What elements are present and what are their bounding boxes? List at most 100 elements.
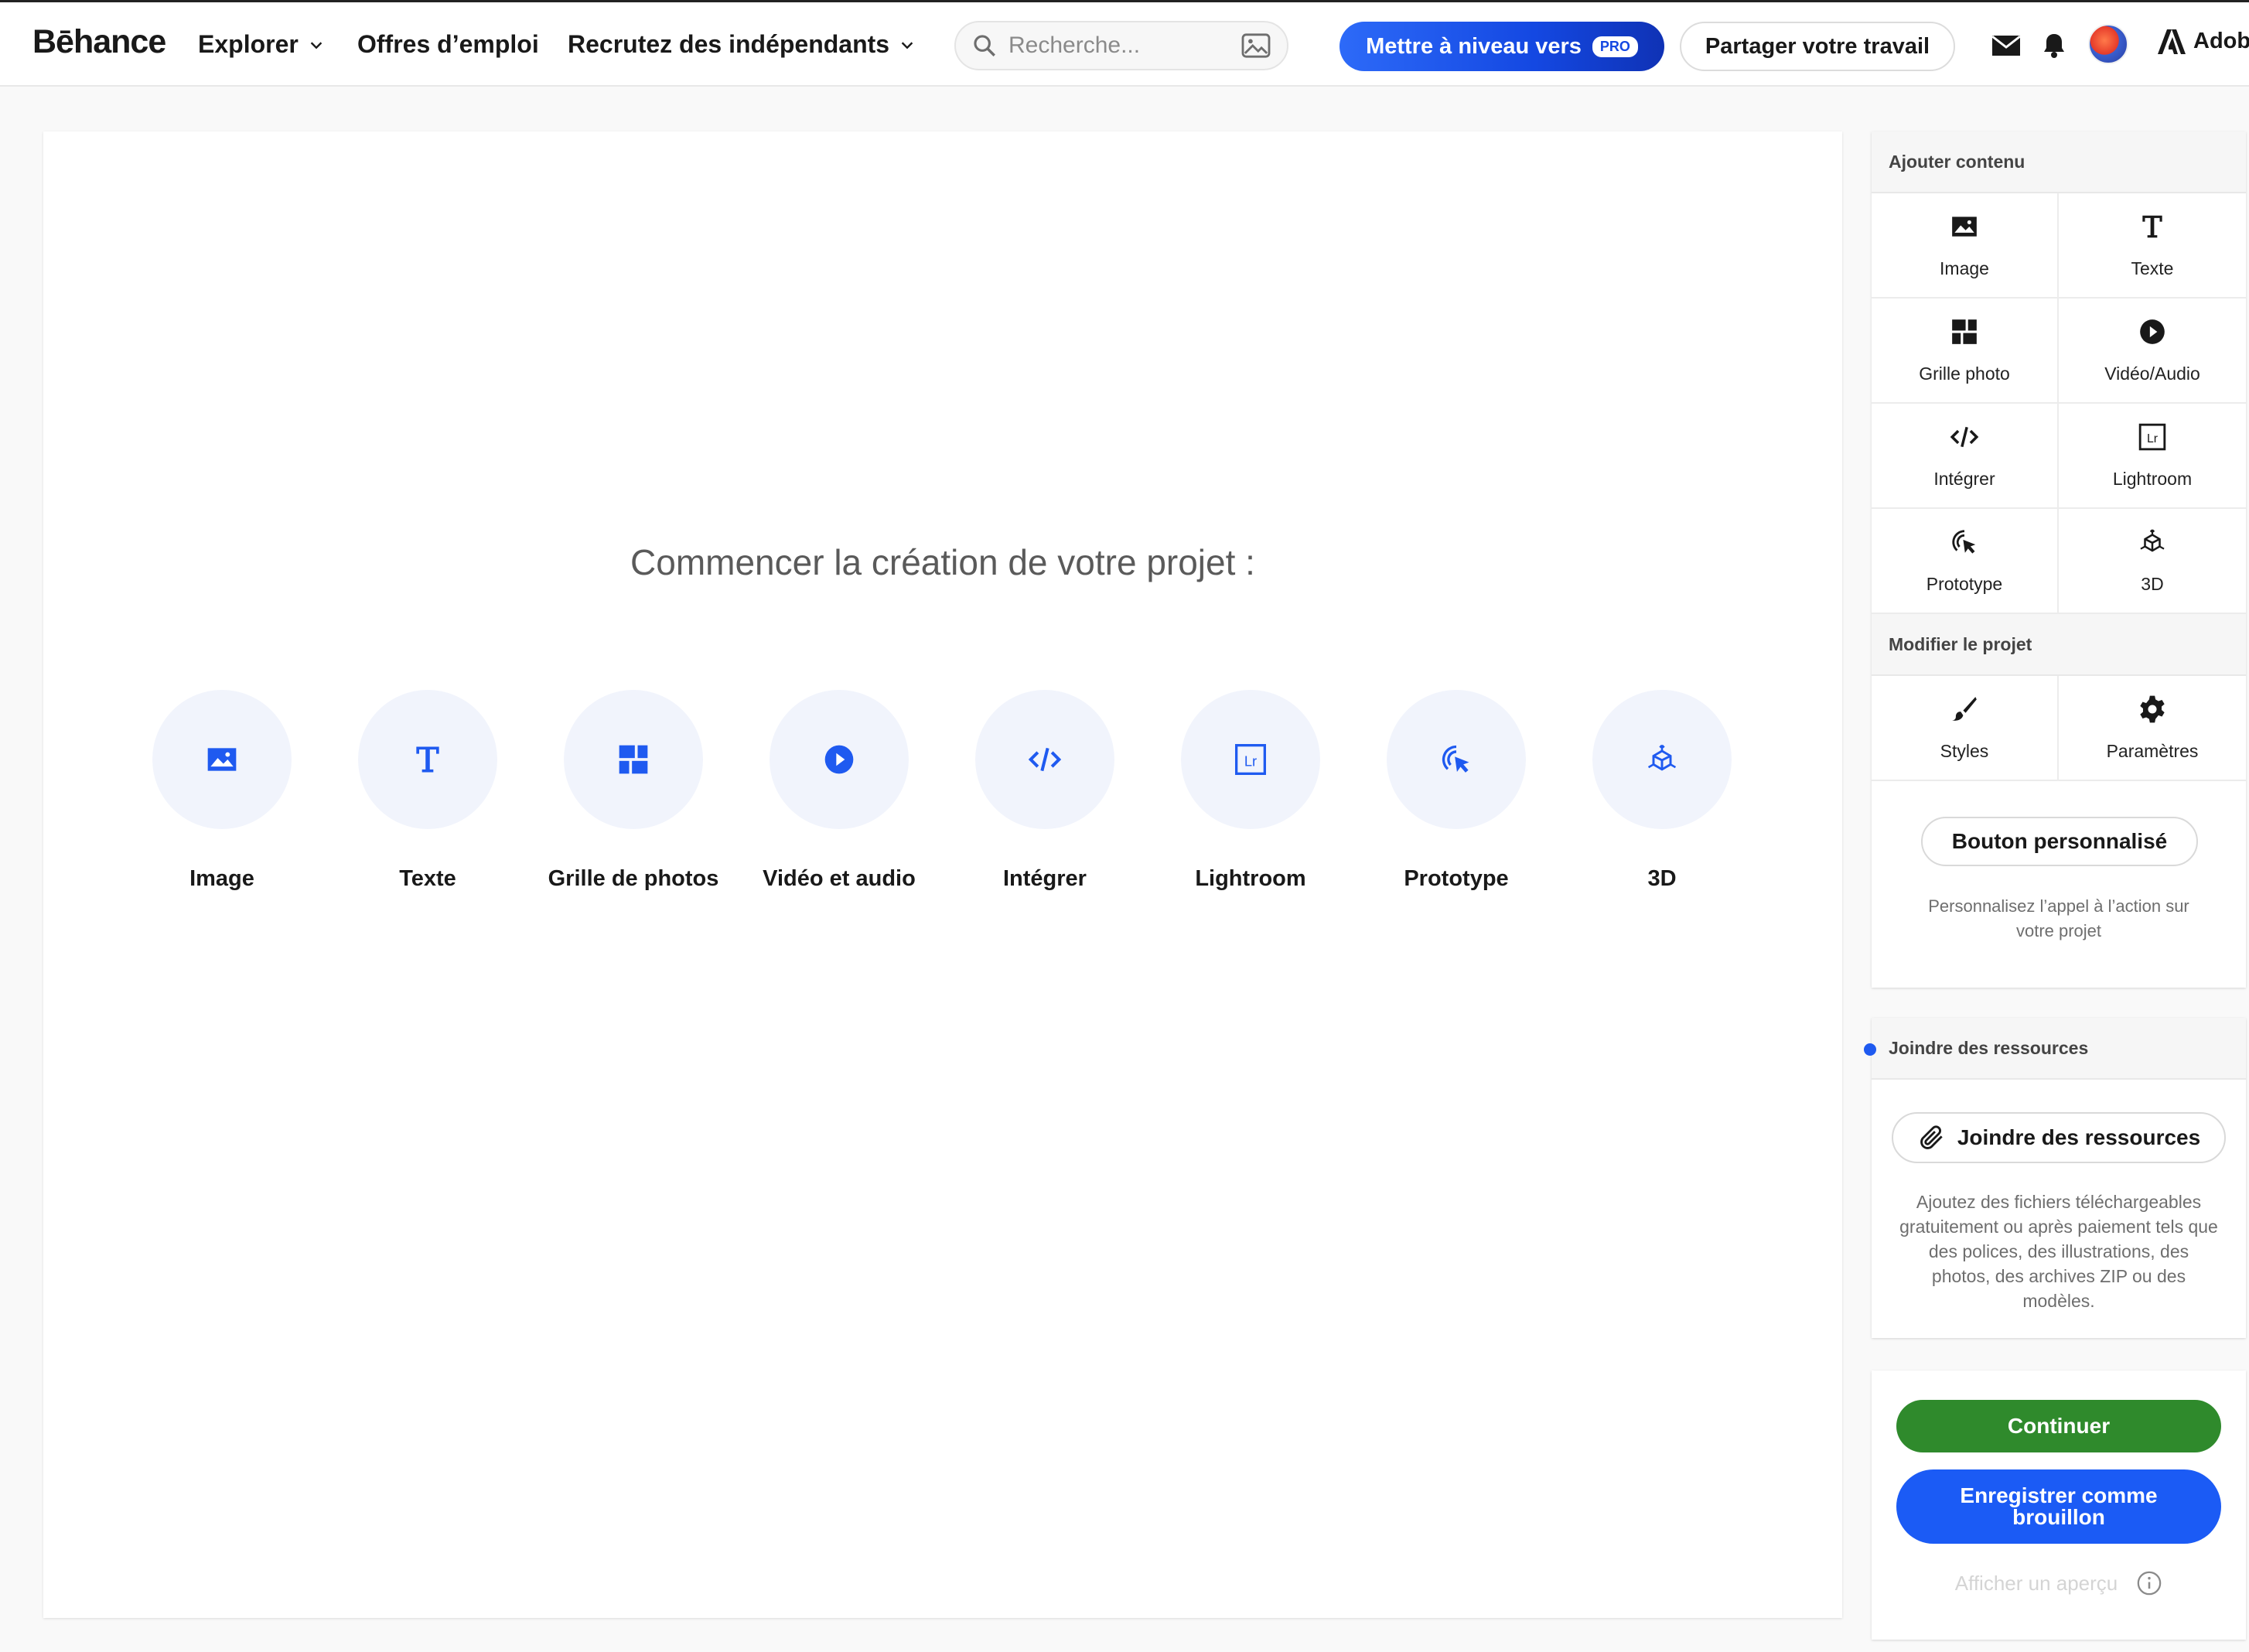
preview-link[interactable]: Afficher un aperçu	[1955, 1572, 2118, 1596]
lightroom-icon: Lr	[1235, 744, 1266, 775]
adobe-label: Adobe	[2193, 29, 2249, 53]
info-icon[interactable]	[2136, 1570, 2162, 1596]
top-navigation-bar: Bēhance Explorer Offres d’emploi Recrute…	[0, 0, 2249, 87]
add-lightroom-label: Lightroom	[2112, 468, 2193, 489]
search-input[interactable]: Recherche...	[954, 21, 1288, 70]
tile-embed[interactable]: Intégrer	[944, 690, 1145, 892]
nav-jobs[interactable]: Offres d’emploi	[357, 30, 539, 59]
attach-resources-label: Joindre des ressources	[1957, 1125, 2201, 1149]
resources-heading: Joindre des ressources	[1872, 1018, 2246, 1080]
photo-grid-icon	[1952, 319, 1977, 344]
lightroom-icon: Lr	[2138, 423, 2166, 450]
add-3d-button[interactable]: 3D	[2059, 509, 2246, 614]
add-prototype-label: Prototype	[1926, 573, 2003, 594]
adobe-logo-icon	[2158, 29, 2186, 54]
tile-embed-label: Intégrer	[1003, 866, 1087, 891]
behance-logo[interactable]: Bēhance	[32, 23, 166, 61]
tile-photo-grid[interactable]: Grille de photos	[533, 690, 734, 892]
attach-resources-button[interactable]: Joindre des ressources	[1892, 1112, 2226, 1163]
continue-button[interactable]: Continuer	[1896, 1400, 2221, 1452]
project-canvas: Commencer la création de votre projet : …	[43, 131, 1842, 1618]
resources-panel: Joindre des ressources Joindre des resso…	[1864, 1018, 2246, 1338]
add-embed-label: Intégrer	[1933, 468, 1995, 489]
tile-3d[interactable]: 3D	[1561, 690, 1763, 892]
styles-label: Styles	[1940, 740, 1989, 761]
tile-prototype-circle	[1387, 690, 1526, 829]
add-content-panel: Ajouter contenu Image Texte Grille photo…	[1872, 131, 2246, 988]
pro-badge: PRO	[1592, 36, 1638, 57]
settings-button[interactable]: Paramètres	[2059, 676, 2246, 781]
tile-text-circle	[358, 690, 497, 829]
edit-project-heading: Modifier le projet	[1872, 614, 2246, 676]
add-photo-grid-button[interactable]: Grille photo	[1872, 299, 2059, 404]
add-video-audio-label: Vidéo/Audio	[2104, 363, 2200, 384]
save-draft-button[interactable]: Enregistrer comme brouillon	[1896, 1469, 2221, 1544]
embed-code-icon	[1028, 747, 1062, 772]
edit-project-grid: Styles Paramètres	[1872, 676, 2246, 781]
nav-hire-freelancers-label: Recrutez des indépendants	[568, 30, 890, 58]
nav-jobs-label: Offres d’emploi	[357, 30, 539, 58]
adobe-menu[interactable]: Adobe	[2158, 29, 2249, 54]
tile-video-audio[interactable]: Vidéo et audio	[739, 690, 940, 892]
nav-hire-freelancers[interactable]: Recrutez des indépendants	[568, 30, 916, 59]
prototype-cursor-icon	[1442, 745, 1469, 773]
svg-text:Lr: Lr	[2147, 432, 2159, 445]
play-icon	[2140, 319, 2165, 344]
paintbrush-icon	[1952, 696, 1977, 721]
add-embed-button[interactable]: Intégrer	[1872, 404, 2059, 509]
3d-cube-icon	[1647, 744, 1677, 771]
tile-image-label: Image	[189, 866, 254, 891]
tile-image[interactable]: Image	[121, 690, 323, 892]
play-icon	[824, 745, 854, 774]
notification-dot	[1864, 1043, 1876, 1056]
tile-lightroom-label: Lightroom	[1195, 866, 1306, 891]
tile-image-circle	[152, 690, 292, 829]
tile-prototype[interactable]: Prototype	[1356, 690, 1557, 892]
tile-photo-grid-circle	[564, 690, 703, 829]
tile-text-label: Texte	[399, 866, 456, 891]
gear-icon	[2140, 695, 2165, 722]
chevron-down-icon	[901, 41, 913, 49]
image-search-icon[interactable]	[1241, 32, 1271, 59]
nav-explorer-label: Explorer	[198, 30, 299, 58]
add-image-button[interactable]: Image	[1872, 193, 2059, 299]
share-work-button[interactable]: Partager votre travail	[1680, 22, 1955, 71]
add-3d-label: 3D	[2141, 573, 2164, 594]
svg-text:Lr: Lr	[1244, 753, 1257, 769]
mail-icon[interactable]	[1991, 30, 2022, 61]
text-icon	[416, 746, 439, 773]
tile-lightroom[interactable]: Lr Lightroom	[1150, 690, 1351, 892]
custom-button[interactable]: Bouton personnalisé	[1921, 817, 2198, 866]
add-lightroom-button[interactable]: Lr Lightroom	[2059, 404, 2246, 509]
actions-panel: Continuer Enregistrer comme brouillon Af…	[1872, 1370, 2246, 1640]
image-icon	[207, 748, 237, 771]
tile-photo-grid-label: Grille de photos	[548, 866, 719, 891]
add-prototype-button[interactable]: Prototype	[1872, 509, 2059, 614]
preview-row: Afficher un aperçu	[1872, 1570, 2246, 1596]
content-type-tiles: Image Texte Grille de photos Vidéo et au…	[43, 690, 1842, 922]
3d-cube-icon	[2140, 528, 2165, 552]
tile-3d-circle	[1592, 690, 1732, 829]
tile-text[interactable]: Texte	[327, 690, 528, 892]
add-content-heading: Ajouter contenu	[1872, 131, 2246, 193]
avatar[interactable]	[2088, 24, 2128, 64]
nav-explorer[interactable]: Explorer	[198, 30, 325, 59]
add-video-audio-button[interactable]: Vidéo/Audio	[2059, 299, 2246, 404]
tile-video-audio-label: Vidéo et audio	[763, 866, 916, 891]
tile-3d-label: 3D	[1647, 866, 1677, 891]
resources-hint: Ajoutez des fichiers téléchargeables gra…	[1899, 1192, 2218, 1311]
tile-embed-circle	[975, 690, 1114, 829]
prototype-cursor-icon	[1952, 529, 1976, 554]
add-text-label: Texte	[2131, 258, 2174, 278]
tile-lightroom-circle: Lr	[1181, 690, 1320, 829]
search-icon	[974, 35, 995, 56]
custom-button-hint: Personnalisez l’appel à l’action sur vot…	[1928, 896, 2189, 940]
styles-button[interactable]: Styles	[1872, 676, 2059, 781]
tile-prototype-label: Prototype	[1404, 866, 1509, 891]
text-icon	[2142, 215, 2162, 237]
tile-video-audio-circle	[770, 690, 909, 829]
upgrade-pro-button[interactable]: Mettre à niveau vers PRO	[1340, 22, 1664, 71]
bell-icon[interactable]	[2039, 30, 2070, 61]
add-text-button[interactable]: Texte	[2059, 193, 2246, 299]
search-placeholder: Recherche...	[1008, 32, 1141, 58]
